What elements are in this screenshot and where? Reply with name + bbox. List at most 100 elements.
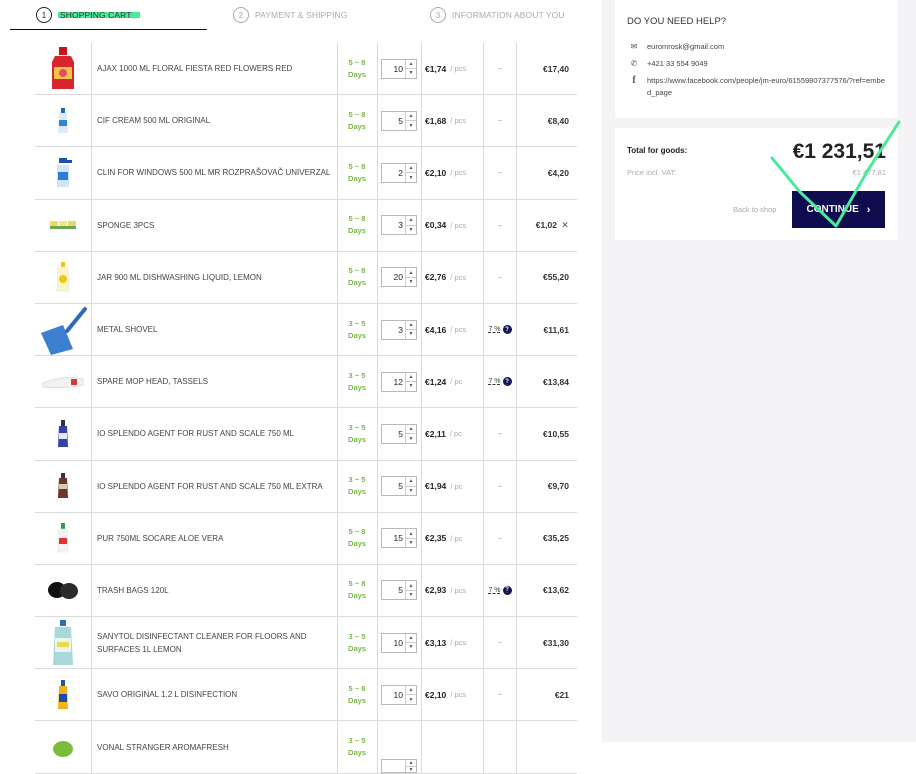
quantity-stepper[interactable]: 10 ▲ ▼ <box>381 632 417 653</box>
stepper-buttons[interactable]: ▲ ▼ <box>405 581 416 600</box>
stepper-buttons[interactable]: ▲ ▼ <box>405 59 416 78</box>
product-name[interactable]: JAR 900 ML DISHWASHING LIQUID, LEMON <box>97 252 333 303</box>
discount-value[interactable]: 7 %? <box>488 377 512 387</box>
stepper-buttons[interactable]: ▲ ▼ <box>405 424 416 443</box>
help-phone[interactable]: ✆ +421 33 554 9049 <box>629 58 887 70</box>
chevron-up-icon[interactable]: ▲ <box>406 581 416 590</box>
chevron-up-icon[interactable]: ▲ <box>406 60 416 69</box>
chevron-up-icon[interactable]: ▲ <box>406 634 416 643</box>
chevron-up-icon[interactable]: ▲ <box>406 477 416 486</box>
product-name[interactable]: CIF CREAM 500 ML ORIGINAL <box>97 95 333 146</box>
chevron-down-icon[interactable]: ▼ <box>406 485 416 496</box>
quantity-stepper[interactable]: 12 ▲ ▼ <box>381 371 417 392</box>
chevron-down-icon[interactable]: ▼ <box>406 589 416 600</box>
quantity-value[interactable]: 3 <box>382 216 405 234</box>
quantity-value[interactable]: 10 <box>382 60 405 78</box>
quantity-value[interactable]: 12 <box>382 373 405 391</box>
quantity-value[interactable]: 5 <box>382 112 405 130</box>
product-image[interactable] <box>35 617 92 669</box>
product-image[interactable] <box>35 95 92 147</box>
stepper-buttons[interactable]: ▲ ▼ <box>405 759 416 773</box>
chevron-down-icon[interactable]: ▼ <box>406 642 416 652</box>
product-image[interactable] <box>35 251 92 303</box>
stepper-buttons[interactable]: ▲ ▼ <box>405 320 416 339</box>
chevron-up-icon[interactable]: ▲ <box>406 216 416 225</box>
chevron-down-icon[interactable]: ▼ <box>406 381 416 391</box>
product-name[interactable]: IO SPLENDO AGENT FOR RUST AND SCALE 750 … <box>97 461 333 512</box>
quantity-stepper[interactable]: 10 ▲ ▼ <box>381 684 417 705</box>
chevron-down-icon[interactable]: ▼ <box>406 329 416 339</box>
product-name[interactable]: SANYTOL DISINFECTANT CLEANER FOR FLOORS … <box>97 617 333 668</box>
discount-value[interactable]: 7 %? <box>488 585 512 595</box>
quantity-value[interactable]: 20 <box>382 268 405 286</box>
chevron-down-icon[interactable]: ▼ <box>406 537 416 548</box>
product-name[interactable]: VONAL STRANGER AROMAFRESH <box>97 721 333 772</box>
chevron-down-icon[interactable]: ▼ <box>406 120 416 130</box>
stepper-buttons[interactable]: ▲ ▼ <box>405 163 416 182</box>
quantity-value[interactable]: 2 <box>382 164 405 182</box>
chevron-up-icon[interactable]: ▲ <box>406 164 416 173</box>
stepper-buttons[interactable]: ▲ ▼ <box>405 372 416 391</box>
chevron-up-icon[interactable]: ▲ <box>406 425 416 434</box>
stepper-buttons[interactable]: ▲ ▼ <box>405 685 416 704</box>
step-information-about-you[interactable]: 3 INFORMATION ABOUT YOU <box>430 5 565 25</box>
chevron-down-icon[interactable]: ▼ <box>406 172 416 182</box>
product-name[interactable]: AJAX 1000 ML FLORAL FIESTA RED FLOWERS R… <box>97 43 333 94</box>
quantity-value[interactable]: 10 <box>382 686 405 704</box>
product-image[interactable] <box>35 408 92 460</box>
chevron-down-icon[interactable]: ▼ <box>406 694 416 704</box>
product-name[interactable]: TRASH BAGS 120L <box>97 565 333 616</box>
quantity-value[interactable]: 5 <box>382 425 405 443</box>
quantity-stepper[interactable]: 2 ▲ ▼ <box>381 162 417 183</box>
chevron-up-icon[interactable]: ▲ <box>406 686 416 695</box>
quantity-stepper[interactable]: 5 ▲ ▼ <box>381 580 417 601</box>
chevron-down-icon[interactable]: ▼ <box>406 433 416 443</box>
chevron-down-icon[interactable]: ▼ <box>406 276 416 287</box>
stepper-buttons[interactable]: ▲ ▼ <box>405 633 416 652</box>
product-name[interactable]: SPARE MOP HEAD, TASSELS <box>97 356 333 407</box>
product-image[interactable] <box>35 356 92 408</box>
help-email[interactable]: ✉ euromrosk@gmail.com <box>629 41 887 53</box>
back-to-shop-link[interactable]: Back to shop <box>733 205 776 214</box>
product-name[interactable]: CLIN FOR WINDOWS 500 ML MR ROZPRAŠOVAČ U… <box>97 147 333 198</box>
quantity-value[interactable]: 10 <box>382 634 405 652</box>
product-name[interactable]: METAL SHOVEL <box>97 304 333 355</box>
help-facebook[interactable]: f https://www.facebook.com/people/jm-eur… <box>629 75 887 99</box>
remove-item-icon[interactable]: ✕ <box>559 200 571 251</box>
chevron-up-icon[interactable]: ▲ <box>406 373 416 382</box>
product-name[interactable]: SAVO ORIGINAL 1.2 L DISINFECTION <box>97 669 333 720</box>
continue-button[interactable]: CONTINUE › <box>792 191 885 228</box>
product-image[interactable] <box>35 669 92 721</box>
stepper-buttons[interactable]: ▲ ▼ <box>405 477 416 496</box>
quantity-value[interactable]: 5 <box>382 581 405 599</box>
product-image[interactable] <box>35 147 92 199</box>
chevron-up-icon[interactable]: ▲ <box>406 268 416 277</box>
chevron-up-icon[interactable]: ▲ <box>406 112 416 121</box>
chevron-down-icon[interactable]: ▼ <box>406 765 416 773</box>
quantity-value[interactable]: 15 <box>382 529 405 547</box>
chevron-up-icon[interactable]: ▲ <box>406 529 416 538</box>
step-payment-shipping[interactable]: 2 PAYMENT & SHIPPING <box>233 5 348 25</box>
product-image[interactable] <box>35 721 92 773</box>
quantity-stepper[interactable]: 5 ▲ ▼ <box>381 423 417 444</box>
product-image[interactable] <box>35 303 92 356</box>
product-name[interactable]: IO SPLENDO AGENT FOR RUST AND SCALE 750 … <box>97 408 333 459</box>
product-image[interactable] <box>35 564 92 617</box>
product-image[interactable] <box>35 43 92 95</box>
quantity-value[interactable]: 3 <box>382 321 405 339</box>
stepper-buttons[interactable]: ▲ ▼ <box>405 216 416 235</box>
quantity-value[interactable]: 5 <box>382 477 405 495</box>
product-image[interactable] <box>35 512 92 564</box>
quantity-stepper[interactable]: 5 ▲ ▼ <box>381 110 417 131</box>
stepper-buttons[interactable]: ▲ ▼ <box>405 111 416 130</box>
quantity-stepper[interactable]: 5 ▲ ▼ <box>381 476 417 497</box>
quantity-stepper[interactable]: 15 ▲ ▼ <box>381 528 417 549</box>
stepper-buttons[interactable]: ▲ ▼ <box>405 268 416 287</box>
product-name[interactable]: SPONGE 3PCS <box>97 200 333 251</box>
quantity-stepper[interactable]: 3 ▲ ▼ <box>381 215 417 236</box>
question-icon[interactable]: ? <box>502 325 512 335</box>
quantity-stepper[interactable]: 20 ▲ ▼ <box>381 267 417 288</box>
question-icon[interactable]: ? <box>502 585 512 595</box>
chevron-up-icon[interactable]: ▲ <box>406 321 416 330</box>
step-shopping-cart[interactable]: 1 SHOPPING CART <box>36 5 140 25</box>
